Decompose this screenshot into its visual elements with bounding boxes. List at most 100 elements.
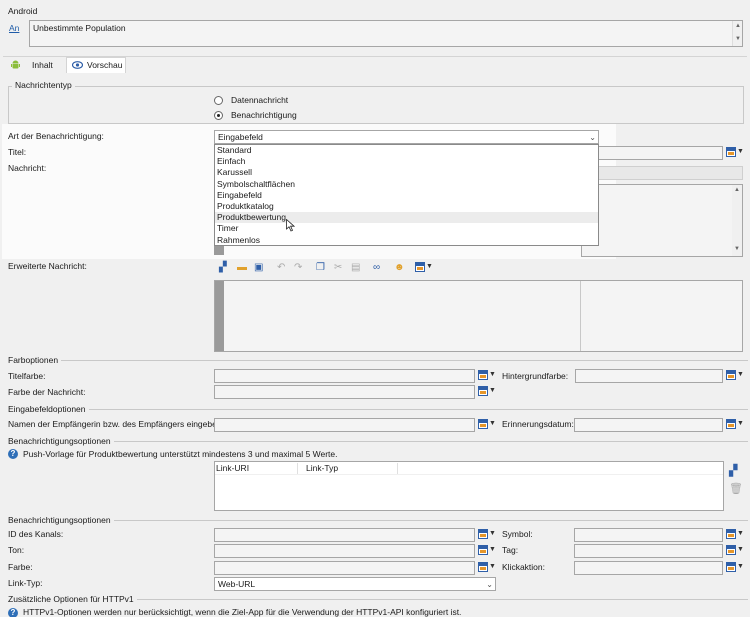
kanal-label: ID des Kanals: bbox=[8, 529, 64, 539]
scroll-up-icon[interactable]: ▲ bbox=[735, 23, 741, 29]
symbol-picker[interactable]: ▼ bbox=[726, 529, 744, 541]
farboptionen-title: Farboptionen bbox=[5, 355, 62, 366]
farbe-picker[interactable]: ▼ bbox=[478, 562, 496, 574]
tab-inhalt[interactable]: Inhalt bbox=[6, 57, 64, 72]
personalize-icon bbox=[726, 529, 736, 539]
farbe-label: Farbe: bbox=[8, 562, 33, 572]
erinnerung-picker[interactable]: ▼ bbox=[726, 419, 744, 431]
option-einfach[interactable]: Einfach bbox=[215, 156, 598, 167]
hintergrundfarbe-field[interactable] bbox=[575, 369, 723, 383]
option-symbolschaltflaechen[interactable]: Symbolschaltflächen bbox=[215, 179, 598, 190]
delete-icon[interactable]: 🗑 bbox=[729, 482, 743, 495]
col-link-typ[interactable]: Link-Typ bbox=[306, 463, 338, 474]
erweiterte-label: Erweiterte Nachricht: bbox=[8, 261, 87, 271]
art-select-value: Eingabefeld bbox=[218, 132, 263, 142]
insert-icon[interactable]: ▞ bbox=[219, 261, 227, 275]
erinnerung-field[interactable] bbox=[574, 418, 723, 432]
cursor-icon bbox=[286, 218, 296, 234]
tab-vorschau-label: Vorschau bbox=[87, 60, 123, 70]
scroll-down-icon[interactable]: ▼ bbox=[735, 36, 741, 42]
tab-inhalt-label: Inhalt bbox=[32, 60, 53, 70]
nachricht-scrollbar[interactable]: ▲ ▼ bbox=[732, 185, 742, 256]
titel-label: Titel: bbox=[8, 147, 27, 157]
personalize-icon bbox=[478, 562, 488, 572]
personalize-icon bbox=[478, 370, 488, 380]
personalize-icon bbox=[726, 562, 736, 572]
httpv1-title: Zusätzliche Optionen für HTTPv1 bbox=[5, 594, 137, 605]
erweiterte-picker[interactable]: ▼ bbox=[415, 262, 433, 274]
tag-field[interactable] bbox=[574, 544, 723, 558]
art-select[interactable]: Eingabefeld ⌄ bbox=[214, 130, 599, 144]
option-produktkatalog[interactable]: Produktkatalog bbox=[215, 201, 598, 212]
ton-picker[interactable]: ▼ bbox=[478, 545, 496, 557]
ton-field[interactable] bbox=[214, 544, 475, 558]
erinnerung-label: Erinnerungsdatum: bbox=[502, 419, 574, 429]
linktyp-select[interactable]: Web-URL ⌄ bbox=[214, 577, 496, 591]
linktyp-label: Link-Typ: bbox=[8, 578, 43, 588]
population-field[interactable]: Unbestimmte Population ▲ ▼ bbox=[29, 20, 743, 47]
titelfarbe-field[interactable] bbox=[214, 369, 475, 383]
info-icon: ? bbox=[8, 608, 18, 617]
find-icon[interactable]: ∞ bbox=[373, 261, 380, 275]
option-karussell[interactable]: Karussell bbox=[215, 167, 598, 178]
farbe-nachricht-field[interactable] bbox=[214, 385, 475, 399]
tab-vorschau[interactable]: Vorschau bbox=[66, 57, 126, 73]
empfaenger-label: Namen der Empfängerin bzw. des Empfänger… bbox=[8, 419, 224, 429]
art-dropdown-list: Standard Einfach Karussell Symbolschaltf… bbox=[214, 144, 599, 246]
symbol-label: Symbol: bbox=[502, 529, 533, 539]
android-icon bbox=[11, 60, 20, 69]
nachrichtentyp-title: Nachrichtentyp bbox=[12, 80, 75, 91]
to-link[interactable]: An bbox=[9, 23, 19, 34]
erweiterte-editor[interactable] bbox=[214, 280, 743, 352]
radio-benachrichtigung[interactable] bbox=[214, 111, 223, 120]
titel-picker[interactable]: ▼ bbox=[726, 147, 744, 159]
personalize-icon bbox=[478, 386, 488, 396]
klick-field[interactable] bbox=[574, 561, 723, 575]
radio-datennachricht[interactable] bbox=[214, 96, 223, 105]
population-scrollbar[interactable]: ▲ ▼ bbox=[732, 21, 742, 46]
option-eingabefeld[interactable]: Eingabefeld bbox=[215, 190, 598, 201]
radio-benachrichtigung-label: Benachrichtigung bbox=[231, 110, 297, 120]
cut-icon[interactable]: ✂ bbox=[334, 261, 342, 275]
option-produktbewertung[interactable]: Produktbewertung bbox=[215, 212, 598, 224]
titelfarbe-picker[interactable]: ▼ bbox=[478, 370, 496, 382]
copy-icon[interactable]: ❐ bbox=[316, 261, 325, 275]
tag-label: Tag: bbox=[502, 545, 519, 555]
scroll-up-icon[interactable]: ▲ bbox=[734, 187, 740, 193]
add-link-icon[interactable]: ▞ bbox=[729, 464, 737, 477]
paste-icon[interactable]: ▤ bbox=[351, 261, 360, 275]
scroll-down-icon[interactable]: ▼ bbox=[734, 246, 740, 252]
kanal-field[interactable] bbox=[214, 528, 475, 542]
option-timer[interactable]: Timer bbox=[215, 223, 598, 234]
hintergrundfarbe-label: Hintergrundfarbe: bbox=[502, 371, 569, 381]
hintergrundfarbe-picker[interactable]: ▼ bbox=[726, 370, 744, 382]
kanal-picker[interactable]: ▼ bbox=[478, 529, 496, 541]
ton-label: Ton: bbox=[8, 545, 25, 555]
nachricht-toolbar bbox=[598, 166, 743, 180]
save-icon[interactable]: ▣ bbox=[254, 261, 263, 275]
option-rahmenlos[interactable]: Rahmenlos bbox=[215, 235, 598, 246]
android-section-title: Android bbox=[8, 6, 38, 16]
link-table: Link-URI Link-Typ bbox=[214, 461, 724, 511]
titelfarbe-label: Titelfarbe: bbox=[8, 371, 46, 381]
undo-icon[interactable]: ↶ bbox=[277, 261, 285, 275]
nachricht-editor[interactable]: ▲ ▼ bbox=[581, 184, 743, 257]
farbe-nachricht-picker[interactable]: ▼ bbox=[478, 386, 496, 398]
klick-picker[interactable]: ▼ bbox=[726, 562, 744, 574]
open-folder-icon[interactable]: ▬ bbox=[237, 261, 247, 275]
eye-icon bbox=[71, 61, 84, 71]
empfaenger-field[interactable] bbox=[214, 418, 475, 432]
farbe-field[interactable] bbox=[214, 561, 475, 575]
option-standard[interactable]: Standard bbox=[215, 145, 598, 156]
info-icon: ? bbox=[8, 449, 18, 459]
personalize-icon bbox=[478, 545, 488, 555]
personalize-icon bbox=[726, 419, 736, 429]
farbe-nachricht-label: Farbe der Nachricht: bbox=[8, 387, 86, 397]
col-link-uri[interactable]: Link-URI bbox=[216, 463, 249, 474]
redo-icon[interactable]: ↷ bbox=[294, 261, 302, 275]
titel-field[interactable] bbox=[598, 146, 723, 160]
empfaenger-picker[interactable]: ▼ bbox=[478, 419, 496, 431]
tag-picker[interactable]: ▼ bbox=[726, 545, 744, 557]
emoji-icon[interactable]: ☻ bbox=[394, 261, 405, 275]
symbol-field[interactable] bbox=[574, 528, 723, 542]
